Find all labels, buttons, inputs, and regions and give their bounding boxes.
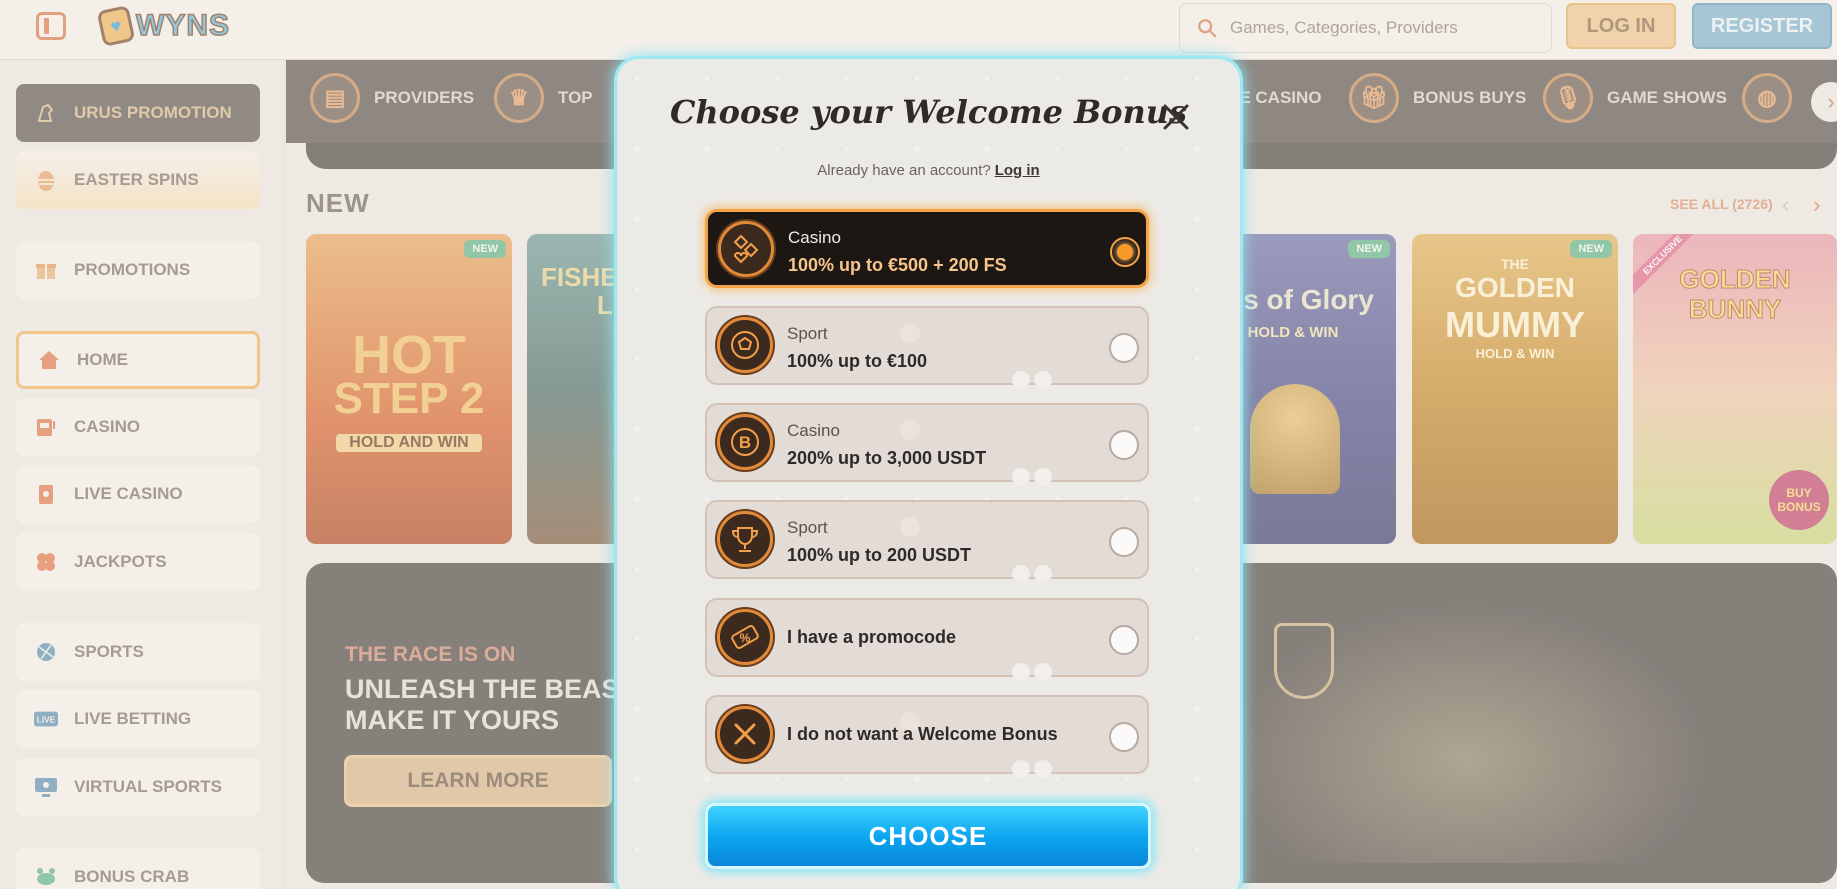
no-bonus-x-icon [717, 706, 773, 762]
radio-unselected[interactable] [1109, 333, 1139, 363]
bonus-option-sport-eur[interactable]: Sport 100% up to €100 [705, 306, 1149, 389]
promo-ticket-icon: % [717, 609, 773, 665]
bonus-option-no-bonus[interactable]: I do not want a Welcome Bonus [705, 695, 1149, 778]
option-type: Sport [787, 324, 828, 343]
decorative-dot [900, 517, 920, 537]
option-offer: 100% up to €500 + 200 FS [788, 255, 1007, 275]
radio-unselected[interactable] [1109, 625, 1139, 655]
decorative-dots [1012, 468, 1056, 486]
choose-button[interactable]: CHOOSE [705, 803, 1151, 869]
decorative-dots [1012, 760, 1056, 778]
radio-unselected[interactable] [1109, 527, 1139, 557]
svg-text:%: % [740, 631, 751, 645]
decorative-dot [900, 323, 920, 343]
option-type: Sport [787, 518, 828, 537]
modal-subtitle: Already have an account? Log in [617, 162, 1240, 179]
casino-cards-icon [718, 221, 774, 277]
login-link[interactable]: Log in [995, 162, 1040, 179]
bonus-option-sport-usdt[interactable]: Sport 100% up to 200 USDT [705, 500, 1149, 583]
bonus-option-casino-eur[interactable]: Casino 100% up to €500 + 200 FS [705, 209, 1149, 288]
decorative-dot [900, 420, 920, 440]
modal-title: Choose your Welcome Bonus [669, 93, 1188, 131]
radio-unselected[interactable] [1109, 722, 1139, 752]
bitcoin-icon: B [717, 414, 773, 470]
decorative-dots [1012, 371, 1056, 389]
radio-unselected[interactable] [1109, 430, 1139, 460]
bonus-option-promocode[interactable]: % I have a promocode [705, 598, 1149, 681]
decorative-dots [1012, 565, 1056, 583]
welcome-bonus-modal: Choose your Welcome Bonus Already have a… [617, 59, 1240, 889]
option-offer: 200% up to 3,000 USDT [787, 448, 987, 468]
subtitle-text: Already have an account? [817, 162, 991, 179]
radio-selected[interactable] [1110, 237, 1140, 267]
trophy-icon [717, 511, 773, 567]
option-offer: 100% up to 200 USDT [787, 545, 972, 565]
decorative-dots [1012, 663, 1056, 681]
close-icon[interactable] [1158, 99, 1194, 135]
option-type: Casino [788, 228, 841, 247]
soccer-ball-icon [717, 317, 773, 373]
option-offer: I do not want a Welcome Bonus [787, 724, 1058, 744]
svg-text:B: B [739, 433, 751, 452]
option-type: Casino [787, 421, 840, 440]
option-offer: I have a promocode [787, 627, 957, 647]
option-offer: 100% up to €100 [787, 351, 928, 371]
bonus-option-casino-usdt[interactable]: B Casino 200% up to 3,000 USDT [705, 403, 1149, 486]
